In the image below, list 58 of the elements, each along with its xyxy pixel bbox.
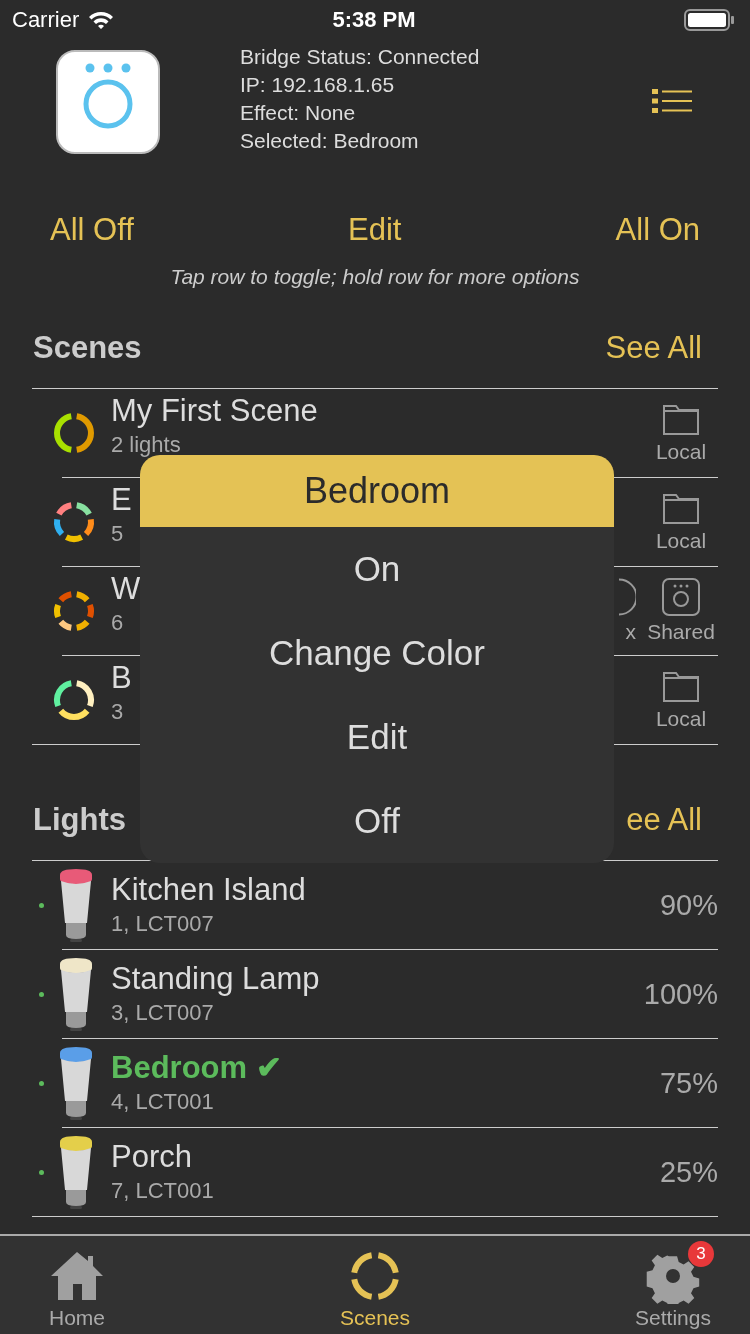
folder-icon <box>662 402 700 436</box>
light-name: Kitchen Island <box>111 871 306 909</box>
scene-source-label: x <box>625 620 636 644</box>
menu-item[interactable]: Edit <box>140 695 614 779</box>
scene-name: My First Scene <box>111 392 318 430</box>
scene-ring-icon <box>52 589 96 633</box>
scene-subtitle: 3 <box>111 698 124 726</box>
wifi-icon <box>87 9 116 31</box>
section-title: Lights <box>33 802 126 838</box>
light-name: Bedroom ✔ <box>111 1049 282 1087</box>
bridge-info-text: Selected: Bedroom <box>240 128 420 154</box>
tab-item[interactable]: Scenes <box>320 1236 430 1334</box>
bridge-info-text: Effect: None <box>240 100 357 126</box>
clock-time: 5:38 PM <box>332 7 416 33</box>
light-subtitle: 7, LCT001 <box>111 1177 214 1205</box>
menu-item[interactable]: Change Color <box>140 611 614 695</box>
light-name: Porch <box>111 1138 192 1176</box>
brightness-percent: 100% <box>643 977 718 1011</box>
tab-item[interactable]: Settings 3 <box>618 1236 728 1334</box>
scene-subtitle: 5 <box>111 520 124 548</box>
scene-source-label: Local <box>655 440 707 464</box>
bridge-info-text: Bridge Status: Connected <box>240 44 481 70</box>
action-button[interactable]: All Off <box>50 212 134 248</box>
scene-source-label: Local <box>655 707 707 731</box>
action-button[interactable]: Edit <box>348 212 402 248</box>
bridge-icon <box>662 578 700 616</box>
scene-source-label: Shared <box>647 620 715 644</box>
brightness-percent: 90% <box>659 888 718 922</box>
brightness-percent: 25% <box>659 1155 718 1189</box>
notification-badge: 3 <box>688 1241 714 1267</box>
menu-icon[interactable] <box>652 88 692 114</box>
battery-icon <box>684 8 736 32</box>
carrier-label: Carrier <box>12 7 80 33</box>
action-button[interactable]: All On <box>615 212 700 248</box>
menu-item[interactable]: On <box>140 527 614 611</box>
hint-text: Tap row to toggle; hold row for more options <box>169 264 581 290</box>
see-all-link[interactable]: See All <box>605 330 702 366</box>
brightness-percent: 75% <box>659 1066 718 1100</box>
scene-name: B <box>111 659 132 697</box>
light-subtitle: 1, LCT007 <box>111 910 214 938</box>
light-name: Standing Lamp <box>111 960 320 998</box>
see-all-link[interactable]: ee All <box>626 802 702 838</box>
folder-icon <box>662 491 700 525</box>
light-subtitle: 3, LCT007 <box>111 999 214 1027</box>
light-subtitle: 4, LCT001 <box>111 1088 214 1116</box>
bridge-info-text: IP: 192.168.1.65 <box>240 72 396 98</box>
section-title: Scenes <box>33 330 142 366</box>
scene-name: W <box>111 570 141 608</box>
tab-item[interactable]: Home <box>22 1236 132 1334</box>
scene-ring-icon <box>52 500 96 544</box>
scene-name: E <box>111 481 132 519</box>
scene-ring-icon <box>52 678 96 722</box>
scene-subtitle: 6 <box>111 609 124 637</box>
folder-icon <box>662 669 700 703</box>
menu-item[interactable]: Off <box>140 779 614 863</box>
bridge-logo-icon <box>56 50 160 154</box>
scene-ring-icon <box>52 411 96 455</box>
scene-source-label: Local <box>655 529 707 553</box>
